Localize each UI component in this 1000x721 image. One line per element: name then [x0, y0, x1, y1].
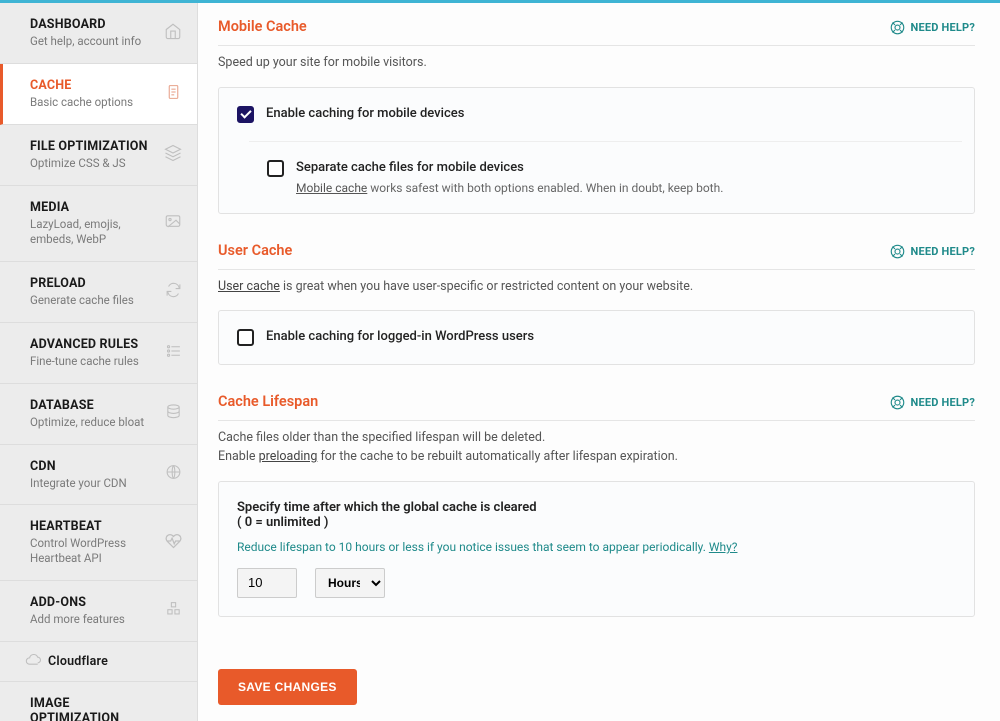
sliders-icon: [165, 342, 182, 363]
lifespan-sub: ( 0 = unlimited ): [237, 515, 956, 530]
heart-icon: [165, 532, 182, 553]
option-help-link[interactable]: Mobile cache: [296, 181, 367, 195]
sidebar-item-database[interactable]: DATABASE Optimize, reduce bloat: [0, 384, 197, 445]
sidebar-item-sub: Get help, account info: [30, 34, 152, 49]
option-label: Enable caching for mobile devices: [266, 106, 464, 123]
sidebar-item-title: DASHBOARD: [30, 17, 152, 32]
sidebar-item-sub: LazyLoad, emojis, embeds, WebP: [30, 217, 152, 247]
sidebar-item-sub: Generate cache files: [30, 293, 152, 308]
sidebar-item-preload[interactable]: PRELOAD Generate cache files: [0, 262, 197, 323]
sidebar-item-title: CDN: [30, 459, 152, 474]
section-desc-link[interactable]: preloading: [259, 449, 318, 464]
option-label: Enable caching for logged-in WordPress u…: [266, 329, 534, 346]
stack-icon: [164, 144, 182, 166]
home-icon: [164, 22, 182, 44]
sidebar-item-file-optimization[interactable]: FILE OPTIMIZATION Optimize CSS & JS: [0, 125, 197, 186]
cloud-icon: [25, 653, 42, 671]
cubes-icon: [165, 601, 182, 622]
sidebar-item-title: CACHE: [30, 78, 152, 93]
db-icon: [165, 403, 182, 424]
sidebar: DASHBOARD Get help, account info CACHE B…: [0, 0, 198, 721]
sidebar-item-image-optimization[interactable]: IMAGE OPTIMIZATION Compress your images: [0, 682, 197, 721]
need-help-link[interactable]: NEED HELP?: [890, 20, 976, 35]
save-button[interactable]: SAVE CHANGES: [218, 669, 357, 705]
sidebar-item-addons[interactable]: ADD-ONS Add more features: [0, 581, 197, 642]
globe-icon: [165, 464, 182, 485]
section-title: Cache Lifespan: [218, 393, 318, 410]
sidebar-item-sub: Optimize CSS & JS: [30, 156, 152, 171]
section-desc-link[interactable]: User cache: [218, 279, 280, 294]
section-desc: Speed up your site for mobile visitors.: [218, 54, 975, 73]
need-help-link[interactable]: NEED HELP?: [890, 244, 976, 259]
need-help-label: NEED HELP?: [911, 21, 976, 34]
sidebar-item-title: MEDIA: [30, 200, 152, 215]
lifespan-hint-link[interactable]: Why?: [709, 540, 738, 554]
need-help-label: NEED HELP?: [911, 396, 976, 409]
option-label: Separate cache files for mobile devices: [296, 160, 723, 177]
sidebar-item-title: Cloudflare: [48, 654, 108, 669]
section-mobile-cache: Mobile Cache NEED HELP? Speed up your si…: [218, 18, 975, 214]
checkbox-mobile-cache[interactable]: [237, 106, 254, 123]
sidebar-item-heartbeat[interactable]: HEARTBEAT Control WordPress Heartbeat AP…: [0, 505, 197, 581]
section-title: Mobile Cache: [218, 18, 307, 35]
sidebar-item-title: DATABASE: [30, 398, 152, 413]
checkbox-separate-cache[interactable]: [267, 160, 284, 177]
sidebar-item-sub: Control WordPress Heartbeat API: [30, 536, 152, 566]
sidebar-item-advanced-rules[interactable]: ADVANCED RULES Fine-tune cache rules: [0, 323, 197, 384]
sidebar-item-title: ADVANCED RULES: [30, 337, 152, 352]
sidebar-item-media[interactable]: MEDIA LazyLoad, emojis, embeds, WebP: [0, 186, 197, 262]
lifespan-hint: Reduce lifespan to 10 hours or less if y…: [237, 540, 956, 554]
sidebar-item-sub: Fine-tune cache rules: [30, 354, 152, 369]
sidebar-item-title: ADD-ONS: [30, 595, 152, 610]
section-desc: Cache files older than the specified lif…: [218, 429, 975, 467]
image-icon: [164, 214, 182, 233]
sidebar-item-title: PRELOAD: [30, 276, 152, 291]
main-content: Mobile Cache NEED HELP? Speed up your si…: [198, 0, 1000, 721]
doc-icon: [165, 83, 182, 104]
sidebar-item-sub: Add more features: [30, 612, 152, 627]
lifespan-heading: Specify time after which the global cach…: [237, 500, 956, 515]
need-help-link[interactable]: NEED HELP?: [890, 395, 976, 410]
need-help-label: NEED HELP?: [911, 245, 976, 258]
lifespan-value-input[interactable]: [237, 568, 297, 598]
sidebar-item-dashboard[interactable]: DASHBOARD Get help, account info: [0, 3, 197, 64]
sidebar-item-sub: Integrate your CDN: [30, 476, 152, 491]
sidebar-item-cloudflare[interactable]: Cloudflare: [0, 642, 197, 682]
lifespan-unit-select[interactable]: Hours: [315, 568, 385, 598]
sidebar-item-cdn[interactable]: CDN Integrate your CDN: [0, 445, 197, 506]
sidebar-item-title: IMAGE OPTIMIZATION: [30, 696, 152, 721]
option-help: Mobile cache works safest with both opti…: [296, 181, 723, 195]
section-user-cache: User Cache NEED HELP? User cache is grea…: [218, 242, 975, 366]
sidebar-item-cache[interactable]: CACHE Basic cache options: [0, 64, 197, 125]
section-desc: User cache is great when you have user-s…: [218, 278, 975, 297]
section-title: User Cache: [218, 242, 292, 259]
sidebar-item-title: FILE OPTIMIZATION: [30, 139, 152, 154]
sidebar-item-title: HEARTBEAT: [30, 519, 152, 534]
section-cache-lifespan: Cache Lifespan NEED HELP? Cache files ol…: [218, 393, 975, 617]
checkbox-user-cache[interactable]: [237, 329, 254, 346]
refresh-icon: [165, 281, 182, 302]
sidebar-item-sub: Basic cache options: [30, 95, 152, 110]
sidebar-item-sub: Optimize, reduce bloat: [30, 415, 152, 430]
